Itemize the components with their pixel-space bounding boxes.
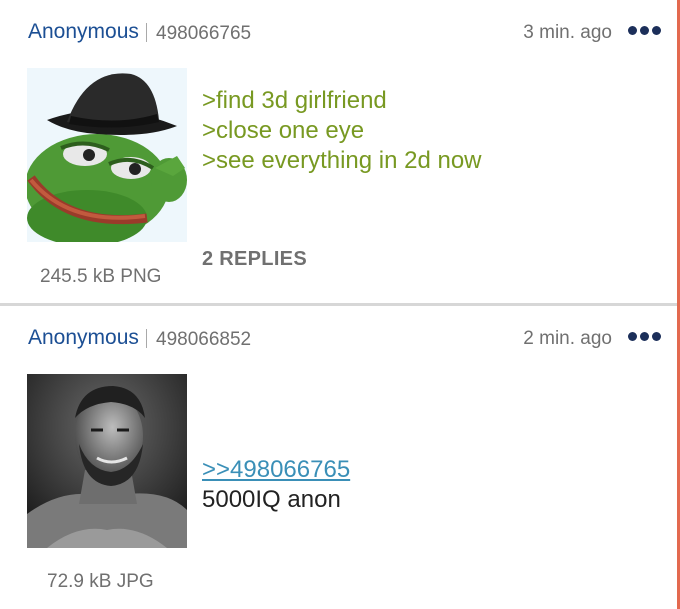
frog-with-fedora-image	[27, 73, 187, 242]
file-info: 72.9 kB JPG	[47, 571, 154, 592]
post-comment: >find 3d girlfriend >close one eye >see …	[202, 86, 482, 176]
header-separator	[146, 329, 147, 348]
more-options-icon[interactable]	[628, 26, 662, 36]
dot	[640, 26, 649, 35]
dot	[652, 26, 661, 35]
dot	[628, 26, 637, 35]
post-number[interactable]: 498066765	[156, 23, 251, 45]
header-separator	[146, 23, 147, 42]
post-498066765: Anonymous 498066765 3 min. ago 245.5 kB …	[0, 0, 677, 306]
post-comment: >>498066765 5000IQ anon	[202, 455, 350, 515]
dot	[628, 332, 637, 341]
post-image-thumbnail[interactable]	[27, 68, 187, 242]
post-498066852: Anonymous 498066852 2 min. ago 72.9 kB J…	[0, 306, 677, 609]
dot	[652, 332, 661, 341]
poster-name[interactable]: Anonymous	[28, 326, 139, 350]
more-options-icon[interactable]	[628, 332, 662, 342]
file-info: 245.5 kB PNG	[40, 266, 162, 287]
replies-button[interactable]: 2 REPLIES	[202, 248, 307, 271]
post-header: Anonymous 498066852 2 min. ago	[28, 326, 668, 354]
greentext-line: >find 3d girlfriend	[202, 87, 387, 114]
greentext-line: >close one eye	[202, 117, 365, 144]
dot	[640, 332, 649, 341]
greentext-line: >see everything in 2d now	[202, 147, 482, 174]
post-time: 3 min. ago	[523, 22, 612, 43]
poster-name[interactable]: Anonymous	[28, 20, 139, 44]
quote-link[interactable]: >>498066765	[202, 455, 350, 485]
post-image-thumbnail[interactable]	[27, 374, 187, 548]
muscular-man-image	[27, 374, 187, 548]
post-number[interactable]: 498066852	[156, 329, 251, 351]
comment-text: 5000IQ anon	[202, 486, 341, 513]
post-header: Anonymous 498066765 3 min. ago	[28, 20, 668, 48]
post-time: 2 min. ago	[523, 328, 612, 349]
